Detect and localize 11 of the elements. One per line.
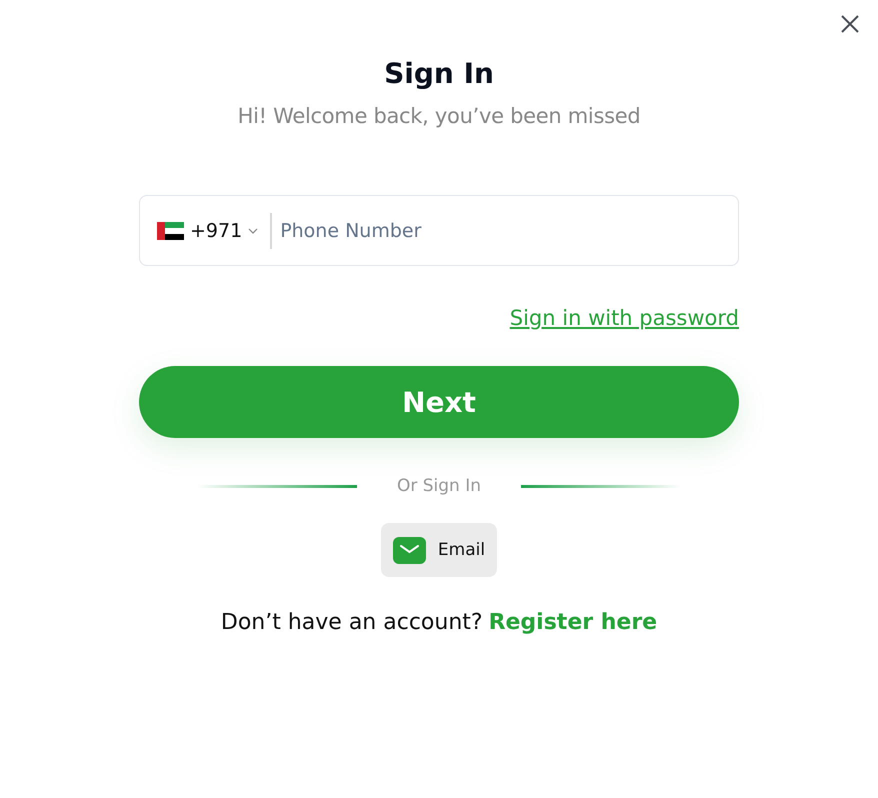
close-icon[interactable] — [840, 14, 860, 34]
no-account-prompt: Don’t have an account? — [220, 610, 483, 635]
country-code-selector[interactable]: +971 — [157, 220, 258, 242]
phone-number-field[interactable]: +971 Phone Number — [139, 195, 739, 266]
flag-icon — [157, 222, 184, 240]
envelope-icon — [392, 536, 426, 564]
sign-in-title: Sign In — [384, 56, 494, 92]
email-button[interactable]: Email — [380, 523, 498, 577]
or-sign-in-label: Or Sign In — [396, 476, 482, 496]
welcome-subtitle: Hi! Welcome back, you’ve been missed — [238, 103, 640, 130]
chevron-down-icon — [248, 228, 258, 234]
